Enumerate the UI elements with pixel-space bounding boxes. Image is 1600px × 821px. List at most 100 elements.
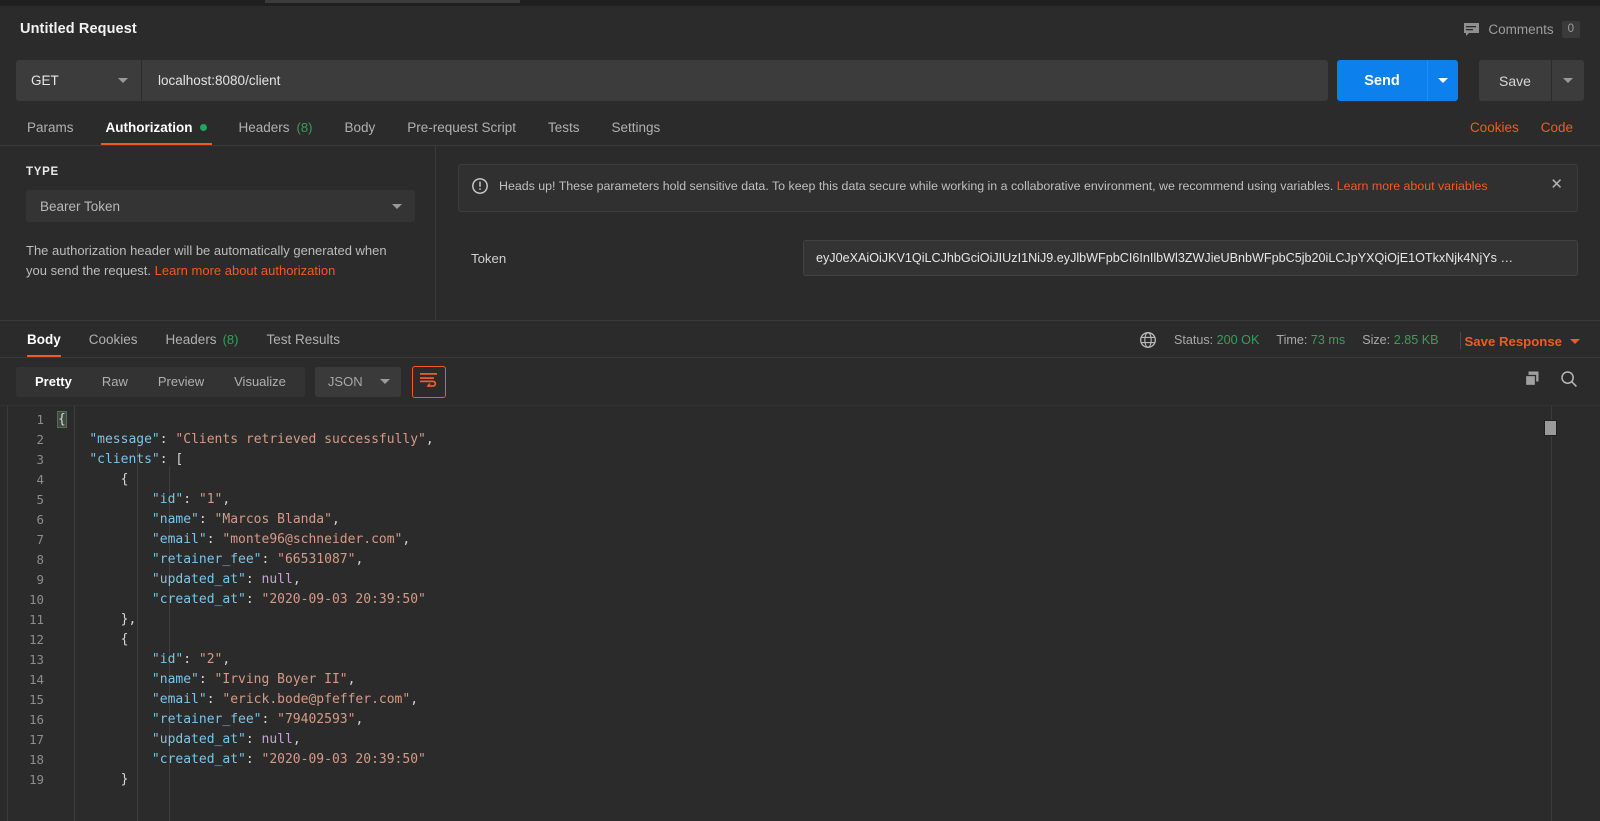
status-dot-icon: [199, 124, 207, 131]
code-line: 9 "updated_at": null,: [0, 570, 1600, 590]
size-group: Size: 2.85 KB: [1362, 333, 1438, 347]
save-response-label: Save Response: [1464, 334, 1563, 349]
word-wrap-button[interactable]: [411, 365, 446, 398]
save-button[interactable]: Save: [1479, 60, 1552, 101]
code-token: "updated_at": [151, 732, 246, 747]
copy-button[interactable]: [1518, 367, 1548, 397]
chevron-down-icon: [1563, 78, 1573, 83]
tab-count: (8): [296, 120, 313, 135]
code-link[interactable]: Code: [1530, 110, 1584, 145]
line-number: 15: [29, 692, 44, 707]
code-token: "clients": [89, 452, 160, 467]
response-tab-cookies[interactable]: Cookies: [75, 322, 152, 357]
code-line: 1{: [0, 410, 1600, 430]
tab-settings[interactable]: Settings: [596, 110, 677, 145]
learn-more-variables-link[interactable]: Learn more about variables: [1337, 179, 1488, 193]
code-text: "updated_at": null,: [58, 570, 1600, 590]
code-line: 8 "retainer_fee": "66531087",: [0, 550, 1600, 570]
code-token: ,: [355, 552, 364, 567]
save-group: Save: [1479, 60, 1584, 101]
tab-body[interactable]: Body: [328, 110, 391, 145]
token-input[interactable]: eyJ0eXAiOiJKV1QiLCJhbGciOiJIUzI1NiJ9.eyJ…: [803, 240, 1578, 276]
request-tab-bar: Params Authorization Headers (8) Body Pr…: [0, 109, 1600, 146]
code-token: {: [57, 411, 67, 428]
line-number: 13: [29, 652, 44, 667]
code-token: :: [206, 532, 223, 547]
response-tab-test-results[interactable]: Test Results: [252, 322, 354, 357]
chevron-down-icon: [1438, 78, 1448, 83]
code-token: "retainer_fee": [151, 552, 262, 567]
code-token: {: [58, 632, 129, 647]
auth-type-select[interactable]: Bearer Token: [26, 190, 415, 222]
code-token: "email": [151, 532, 207, 547]
notice-text: Heads up! These parameters hold sensitiv…: [499, 176, 1533, 196]
tab-tests[interactable]: Tests: [532, 110, 596, 145]
code-token: "Irving Boyer II": [214, 672, 348, 687]
response-tab-bar: Body Cookies Headers (8) Test Results St…: [0, 320, 1600, 358]
time-group: Time: 73 ms: [1276, 333, 1345, 347]
code-text: "id": "1",: [58, 490, 1600, 510]
code-line: 6 "name": "Marcos Blanda",: [0, 510, 1600, 530]
code-token: : [: [159, 452, 184, 467]
vertical-scrollbar-thumb[interactable]: [1544, 420, 1557, 436]
code-line: 10 "created_at": "2020-09-03 20:39:50": [0, 590, 1600, 610]
chevron-down-icon: [118, 78, 128, 83]
tab-label: Headers: [165, 332, 217, 347]
code-text: "name": "Irving Boyer II",: [58, 670, 1600, 690]
tab-params[interactable]: Params: [16, 110, 90, 145]
code-token: :: [261, 712, 278, 727]
chevron-down-icon: [392, 203, 402, 209]
save-response-button[interactable]: Save Response: [1465, 334, 1585, 357]
code-token: {: [58, 472, 129, 487]
tab-count: (8): [222, 332, 239, 347]
view-tab-visualize[interactable]: Visualize: [219, 367, 301, 397]
format-select[interactable]: JSON: [314, 366, 401, 397]
response-body-viewer[interactable]: 1{2 "message": "Clients retrieved succes…: [0, 405, 1600, 821]
send-options-button[interactable]: [1427, 60, 1458, 101]
tab-label: Params: [27, 120, 74, 135]
save-options-button[interactable]: [1552, 60, 1584, 101]
code-text: {: [58, 630, 1600, 650]
sensitive-data-notice: Heads up! These parameters hold sensitiv…: [458, 164, 1578, 212]
learn-more-authorization-link[interactable]: Learn more about authorization: [155, 263, 336, 278]
search-button[interactable]: [1554, 367, 1584, 397]
code-line: 12 {: [0, 630, 1600, 650]
view-tab-raw[interactable]: Raw: [87, 367, 143, 397]
method-select[interactable]: GET: [16, 60, 142, 101]
view-tab-preview[interactable]: Preview: [143, 367, 219, 397]
url-input[interactable]: localhost:8080/client: [142, 60, 1328, 101]
code-token: "2020-09-03 20:39:50": [261, 752, 426, 767]
code-line: 13 "id": "2",: [0, 650, 1600, 670]
authorization-type-column: TYPE Bearer Token The authorization head…: [0, 146, 436, 320]
response-view-bar: Pretty Raw Preview Visualize JSON: [0, 358, 1600, 405]
line-number: 14: [29, 672, 44, 687]
send-button[interactable]: Send: [1337, 60, 1427, 101]
code-token: ,: [402, 532, 411, 547]
cookies-link[interactable]: Cookies: [1459, 110, 1530, 145]
view-tab-pretty[interactable]: Pretty: [20, 367, 87, 397]
code-token: :: [198, 672, 215, 687]
close-icon[interactable]: ✕: [1544, 177, 1563, 193]
code-line: 18 "created_at": "2020-09-03 20:39:50": [0, 750, 1600, 770]
globe-icon[interactable]: [1139, 331, 1157, 349]
tab-label: Headers: [238, 120, 290, 135]
tab-label: Body: [27, 332, 61, 347]
code-token: "email": [151, 692, 207, 707]
code-token: "2": [198, 652, 223, 667]
code-token: "retainer_fee": [151, 712, 262, 727]
code-token: "erick.bode@pfeffer.com": [222, 692, 411, 707]
tab-authorization[interactable]: Authorization: [90, 110, 223, 145]
tab-headers[interactable]: Headers (8): [223, 110, 329, 145]
json-code: 1{2 "message": "Clients retrieved succes…: [0, 406, 1600, 790]
line-number: 9: [36, 572, 44, 587]
tab-pre-request-script[interactable]: Pre-request Script: [391, 110, 532, 145]
code-text: "email": "monte96@schneider.com",: [58, 530, 1600, 550]
response-tab-body[interactable]: Body: [16, 322, 75, 357]
code-token: ,: [331, 512, 340, 527]
comments-button[interactable]: Comments 0: [1463, 20, 1580, 38]
response-tab-headers[interactable]: Headers (8): [152, 322, 253, 357]
code-token: "created_at": [151, 592, 246, 607]
